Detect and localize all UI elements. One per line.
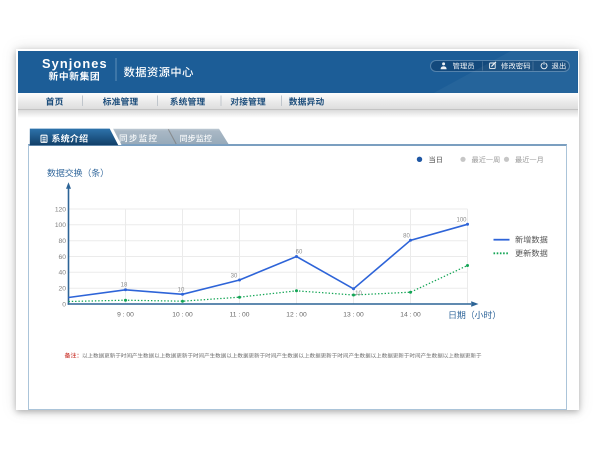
svg-text:80: 80 xyxy=(59,238,67,245)
svg-text:12 : 00: 12 : 00 xyxy=(286,312,307,319)
svg-text:10 : 00: 10 : 00 xyxy=(172,312,193,319)
svg-text:60: 60 xyxy=(296,249,303,255)
svg-text:20: 20 xyxy=(59,286,67,293)
svg-text:10: 10 xyxy=(178,287,185,293)
svg-text:30: 30 xyxy=(231,273,238,279)
svg-text:10: 10 xyxy=(355,291,362,297)
svg-text:100: 100 xyxy=(55,222,66,229)
svg-text:11 : 00: 11 : 00 xyxy=(230,312,250,319)
svg-text:100: 100 xyxy=(456,217,467,223)
svg-text:14 : 00: 14 : 00 xyxy=(400,312,421,319)
svg-text:60: 60 xyxy=(59,254,67,261)
svg-text:18: 18 xyxy=(121,282,128,288)
svg-text:40: 40 xyxy=(59,270,67,277)
svg-text:0: 0 xyxy=(62,301,66,308)
svg-text:80: 80 xyxy=(403,233,410,239)
svg-text:Synjones: Synjones xyxy=(42,56,108,71)
svg-text:13 : 00: 13 : 00 xyxy=(343,312,364,319)
svg-text:120: 120 xyxy=(55,206,66,213)
svg-text:9 : 00: 9 : 00 xyxy=(117,312,134,319)
